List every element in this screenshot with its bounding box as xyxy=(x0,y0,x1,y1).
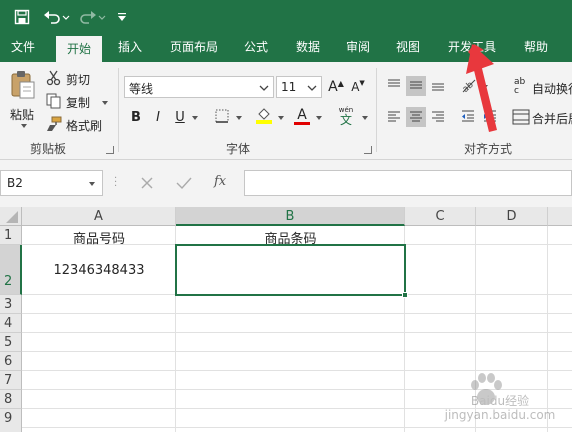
annotation-arrow xyxy=(466,44,497,132)
watermark-text: Baidu经验 jingyan.baidu.com xyxy=(444,394,556,422)
baidu-watermark: Baidu经验 jingyan.baidu.com xyxy=(432,370,568,426)
